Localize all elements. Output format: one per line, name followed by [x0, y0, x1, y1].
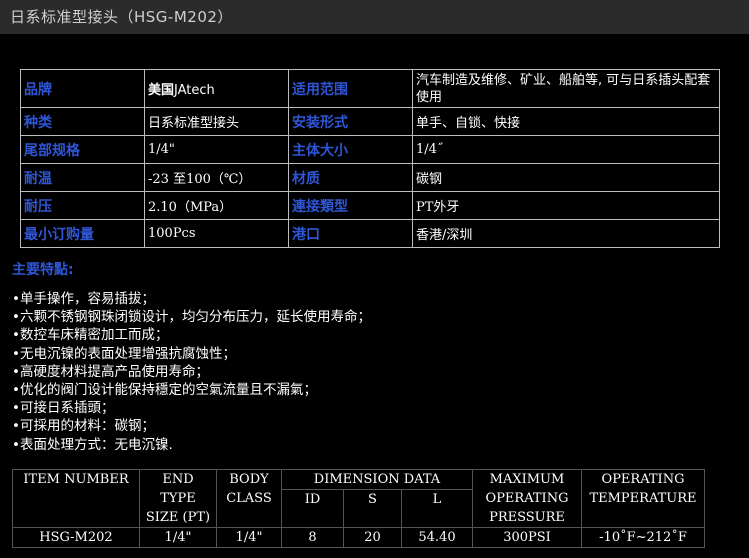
- spec-label: 安装形式: [288, 107, 413, 136]
- table-row: 种类 日系标准型接头 安装形式 单手、自锁、快接: [20, 107, 720, 136]
- list-item: •六颗不锈钢钢珠闭锁设计，均匀分布压力，延长使用寿命；: [12, 309, 371, 326]
- header-line: BODY: [229, 472, 269, 487]
- spec-label: 最小订购量: [20, 219, 145, 248]
- table-header-row: ITEM NUMBER END TYPE SIZE (PT) BODY CLAS…: [12, 469, 705, 528]
- spec-label: 主体大小: [288, 135, 413, 164]
- header-item-number: ITEM NUMBER: [12, 469, 140, 528]
- spec-value: 香港/深圳: [412, 219, 720, 248]
- header-s: S: [343, 489, 402, 528]
- table-row: 耐温 -23 至100（℃） 材质 碳钢: [20, 163, 720, 192]
- table-row: HSG-M202 1/4" 1/4" 8 20 54.40 300PSI -10…: [12, 527, 705, 548]
- header-id: ID: [281, 489, 344, 528]
- header-end-type: END TYPE SIZE (PT): [139, 469, 217, 528]
- list-item: •单手操作，容易插拔；: [12, 291, 155, 307]
- spec-value: 汽车制造及维修、矿业、船舶等, 可与日系插头配套使用: [412, 69, 720, 108]
- cell-id: 8: [281, 527, 344, 548]
- header-line: MAXIMUM: [489, 472, 565, 487]
- spec-table: 品牌 美国JAtech 适用范围 汽车制造及维修、矿业、船舶等, 可与日系插头配…: [20, 69, 720, 248]
- header-line: PRESSURE: [489, 510, 565, 525]
- dimension-table: ITEM NUMBER END TYPE SIZE (PT) BODY CLAS…: [12, 469, 705, 548]
- spec-label: 連接類型: [288, 191, 413, 220]
- spec-value: 1/4˝: [412, 135, 720, 164]
- spec-label: 港口: [288, 219, 413, 248]
- spec-value: 日系标准型接头: [144, 107, 289, 136]
- spec-value: 碳钢: [412, 163, 720, 192]
- table-row: 品牌 美国JAtech 适用范围 汽车制造及维修、矿业、船舶等, 可与日系插头配…: [20, 69, 720, 108]
- cell-item: HSG-M202: [12, 527, 140, 548]
- cell-end: 1/4": [139, 527, 217, 548]
- page-title: 日系标准型接头（HSG-M202）: [10, 8, 233, 26]
- spec-label: 种类: [20, 107, 145, 136]
- table-row: 尾部规格 1/4" 主体大小 1/4˝: [20, 135, 720, 164]
- header-line: CLASS: [226, 491, 272, 506]
- spec-value: 美国JAtech: [144, 69, 289, 108]
- list-item: •优化的阀门设计能保持穩定的空氣流量且不漏氣；: [12, 382, 317, 399]
- header-operating-temp: OPERATING TEMPERATURE: [581, 469, 705, 528]
- spec-label: 品牌: [20, 69, 145, 108]
- header-line: SIZE (PT): [145, 510, 211, 525]
- cell-pressure: 300PSI: [472, 527, 582, 548]
- list-item: •无电沉镍的表面处理增强抗腐蚀性；: [12, 345, 236, 362]
- list-item: •可採用的材料：碳钢；: [12, 418, 155, 435]
- cell-temp: -10˚F~212˚F: [581, 527, 705, 548]
- header-line: OPERATING: [601, 472, 685, 487]
- spec-value: 单手、自锁、快接: [412, 107, 720, 136]
- header-body-class: BODY CLASS: [216, 469, 282, 528]
- header-dimension-data: DIMENSION DATA: [281, 469, 473, 490]
- brand-country: 美国: [148, 83, 175, 98]
- cell-body: 1/4": [216, 527, 282, 548]
- features-title: 主要特點:: [12, 262, 74, 278]
- header-line: TYPE: [160, 491, 196, 506]
- spec-value: 1/4": [144, 135, 289, 164]
- header-line: END: [162, 472, 194, 487]
- spec-value: 100Pcs: [144, 219, 289, 248]
- list-item: •数控车床精密加工而成；: [12, 327, 169, 344]
- spec-label: 耐压: [20, 191, 145, 220]
- header-l: L: [401, 489, 473, 528]
- features-list: •单手操作，容易插拔； •六颗不锈钢钢珠闭锁设计，均匀分布压力，延长使用寿命； …: [12, 290, 371, 454]
- table-row: 最小订购量 100Pcs 港口 香港/深圳: [20, 219, 720, 248]
- brand-name: JAtech: [174, 83, 215, 98]
- spec-label: 尾部规格: [20, 135, 145, 164]
- spec-label: 材质: [288, 163, 413, 192]
- spec-value: -23 至100（℃）: [144, 163, 289, 192]
- header-line: TEMPERATURE: [589, 491, 697, 506]
- list-item: •表面处理方式：无电沉镍.: [12, 436, 173, 453]
- list-item: •高硬度材料提高产品使用寿命；: [12, 363, 209, 380]
- cell-s: 20: [343, 527, 402, 548]
- spec-label: 耐温: [20, 163, 145, 192]
- cell-l: 54.40: [401, 527, 473, 548]
- table-row: 耐压 2.10（MPa） 連接類型 PT外牙: [20, 191, 720, 220]
- title-bar: 日系标准型接头（HSG-M202）: [0, 0, 749, 34]
- header-max-pressure: MAXIMUM OPERATING PRESSURE: [472, 469, 582, 528]
- list-item: •可接日系插頭；: [12, 400, 115, 417]
- spec-value: 2.10（MPa）: [144, 191, 289, 220]
- header-line: OPERATING: [485, 491, 569, 506]
- spec-label: 适用范围: [288, 69, 413, 108]
- spec-value: PT外牙: [412, 191, 720, 220]
